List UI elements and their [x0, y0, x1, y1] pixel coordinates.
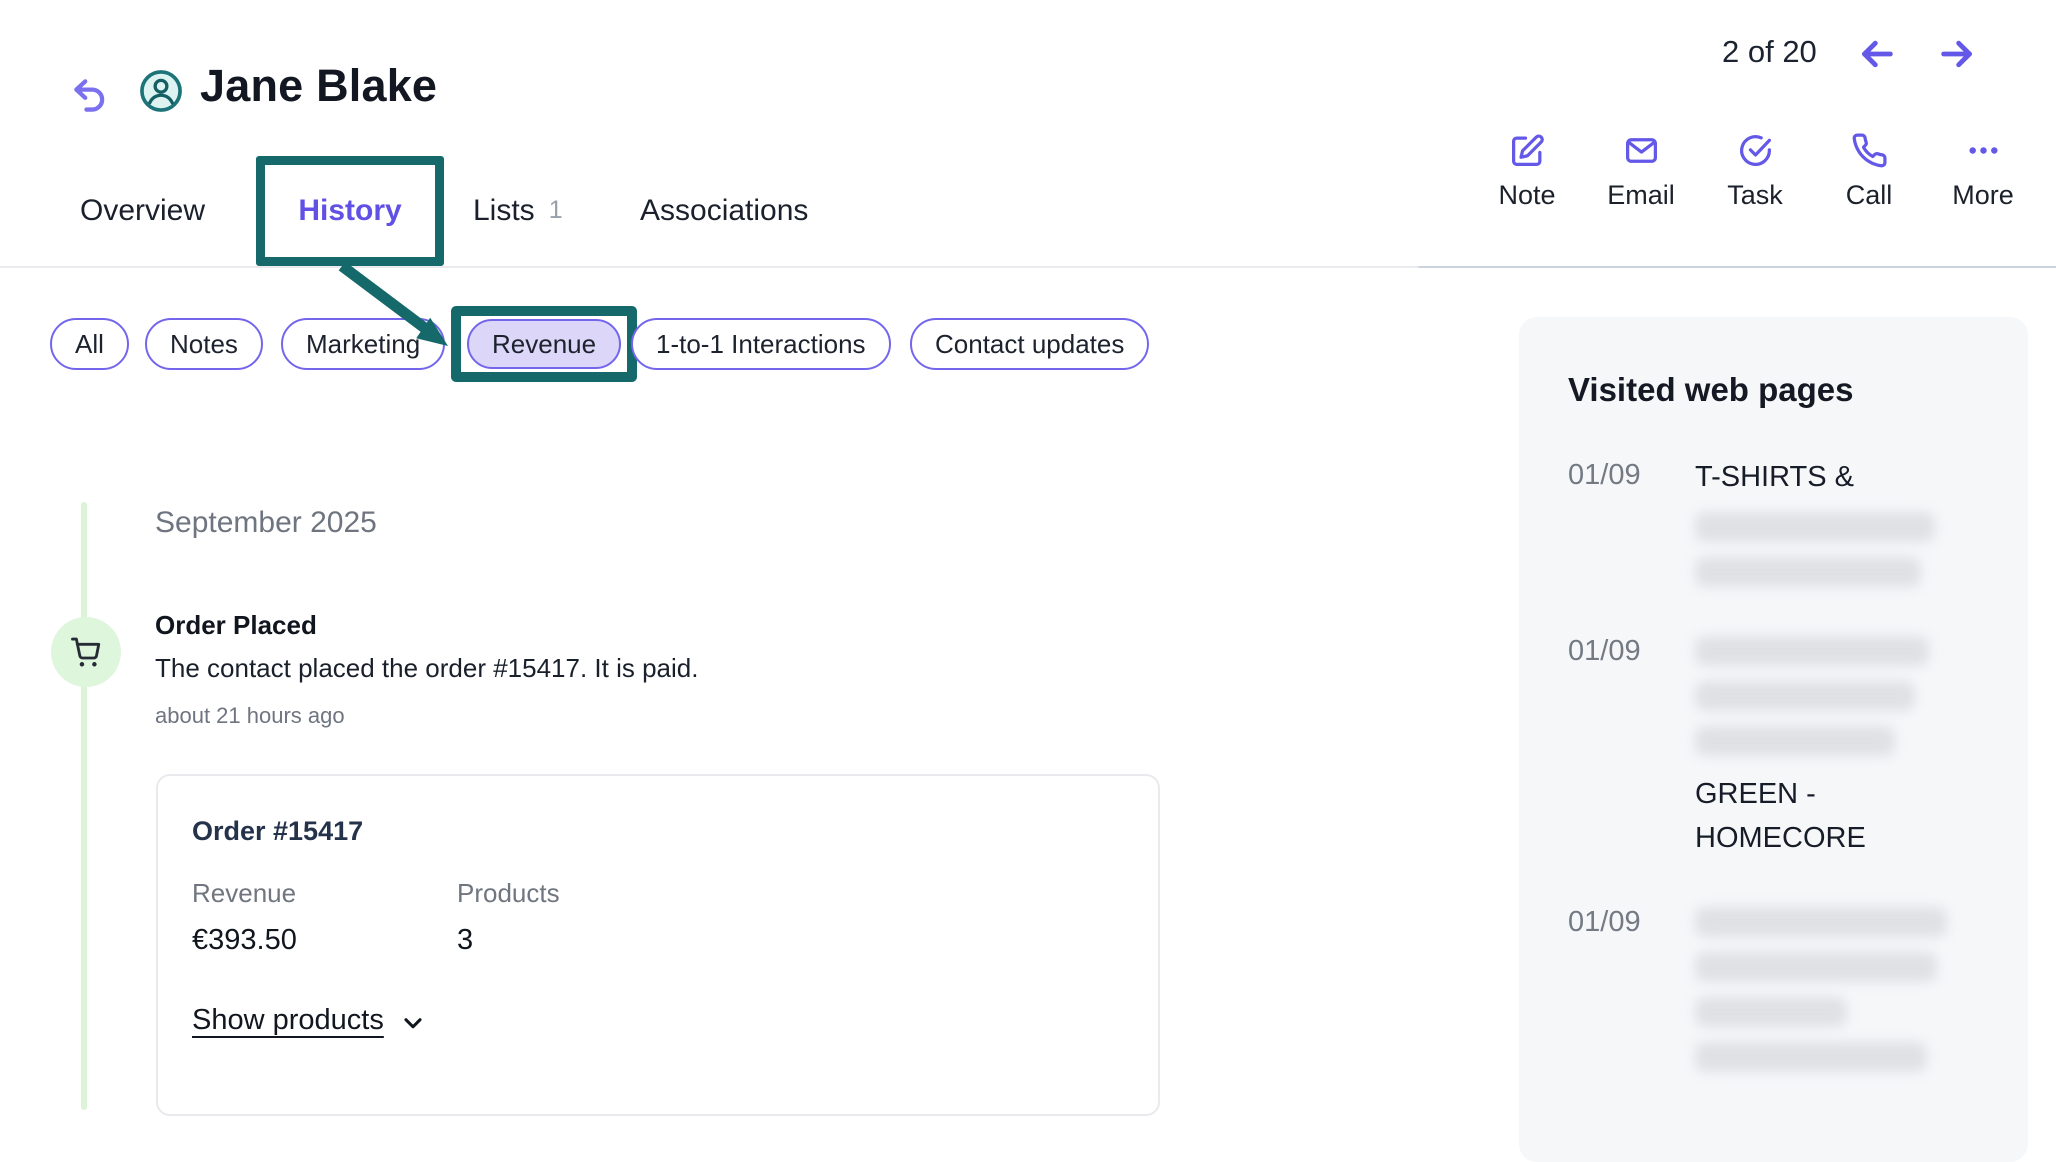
order-revenue-label: Revenue [192, 878, 296, 909]
lists-count-badge: 1 [549, 196, 563, 225]
redacted-line [1695, 726, 1895, 756]
more-button[interactable]: More [1926, 132, 2040, 211]
task-button-label: Task [1727, 180, 1783, 211]
undo-arrow-icon [70, 76, 108, 114]
show-products-link[interactable]: Show products [192, 1004, 426, 1037]
redacted-text-block [1695, 636, 1947, 756]
arrow-left-icon [1857, 34, 1897, 74]
visited-page-entry[interactable]: 01/09 T-SHIRTS & [1568, 455, 1988, 587]
tab-lists-label: Lists [473, 194, 535, 228]
redacted-line [1695, 907, 1947, 937]
note-button-label: Note [1498, 180, 1555, 211]
visit-date: 01/09 [1568, 455, 1695, 495]
visited-page-text: GREEN - HOMECORE [1695, 772, 1930, 860]
event-title: Order Placed [155, 610, 317, 641]
pager-count: 2 of 20 [1722, 34, 1817, 70]
filter-pill-1to1-interactions[interactable]: 1-to-1 Interactions [631, 318, 891, 370]
previous-contact-button[interactable] [1857, 34, 1897, 70]
call-button[interactable]: Call [1812, 132, 1926, 211]
event-timestamp: about 21 hours ago [155, 703, 345, 729]
redacted-text-block [1695, 907, 1947, 1072]
visited-web-pages-title: Visited web pages [1568, 371, 1854, 409]
order-products-label: Products [457, 878, 560, 909]
revenue-annotation-box: Revenue [451, 306, 637, 382]
order-event-marker [51, 617, 121, 687]
contact-actions-toolbar: Note Email Task Call [1470, 132, 2040, 211]
visit-date: 01/09 [1568, 902, 1695, 942]
visited-page-content [1695, 902, 1947, 1088]
shopping-cart-icon [68, 634, 104, 670]
call-icon [1851, 132, 1888, 169]
filter-pill-contact-updates[interactable]: Contact updates [910, 318, 1149, 370]
tab-associations[interactable]: Associations [640, 194, 808, 228]
redacted-line [1695, 557, 1921, 587]
more-button-label: More [1952, 180, 2014, 211]
arrow-right-icon [1937, 34, 1977, 74]
redacted-line [1695, 997, 1847, 1027]
page-title: Jane Blake [200, 60, 437, 112]
visited-page-content: GREEN - HOMECORE [1695, 631, 1947, 860]
visited-web-pages-panel: Visited web pages 01/09 T-SHIRTS & 01/09 [1519, 317, 2028, 1162]
call-button-label: Call [1846, 180, 1893, 211]
more-icon [1965, 132, 2002, 169]
email-icon [1623, 132, 1660, 169]
filter-pill-revenue[interactable]: Revenue [467, 319, 621, 369]
filter-pill-notes[interactable]: Notes [145, 318, 263, 370]
visited-page-text: T-SHIRTS & [1695, 455, 1947, 499]
visit-date: 01/09 [1568, 631, 1695, 671]
contact-history-page: { "header": { "title": "Jane Blake" }, "… [0, 0, 2056, 1120]
order-revenue-value: €393.50 [192, 924, 297, 957]
timeline-month-label: September 2025 [155, 506, 377, 540]
note-icon [1509, 132, 1546, 169]
tab-overview[interactable]: Overview [80, 194, 205, 228]
visited-page-content: T-SHIRTS & [1695, 455, 1947, 587]
show-products-label: Show products [192, 1004, 384, 1037]
tab-lists[interactable]: Lists 1 [473, 194, 563, 228]
email-button[interactable]: Email [1584, 132, 1698, 211]
redacted-line [1695, 636, 1929, 666]
visited-page-entry[interactable]: 01/09 [1568, 902, 1988, 1088]
tab-history[interactable]: History [298, 194, 401, 228]
timeline-line [81, 502, 87, 1110]
back-button[interactable] [70, 76, 108, 114]
task-button[interactable]: Task [1698, 132, 1812, 211]
redacted-line [1695, 1042, 1927, 1072]
order-card-title: Order #15417 [192, 816, 363, 847]
event-description: The contact placed the order #15417. It … [155, 653, 698, 684]
chevron-down-icon [400, 1010, 426, 1036]
redacted-line [1695, 512, 1935, 542]
task-icon [1737, 132, 1774, 169]
tabs-divider [0, 266, 2056, 268]
redacted-text-block [1695, 512, 1947, 587]
email-button-label: Email [1607, 180, 1675, 211]
history-annotation-box: History [256, 156, 444, 266]
visited-pages-list: 01/09 T-SHIRTS & 01/09 GREEN - HOMECORE [1568, 455, 1988, 1088]
filter-pill-all[interactable]: All [50, 318, 129, 370]
redacted-line [1695, 952, 1937, 982]
contact-avatar-icon [139, 69, 183, 113]
order-card: Order #15417 Revenue Products €393.50 3 … [156, 774, 1160, 1116]
contact-pager: 2 of 20 [1722, 34, 1977, 70]
visited-page-entry[interactable]: 01/09 GREEN - HOMECORE [1568, 631, 1988, 860]
next-contact-button[interactable] [1937, 34, 1977, 70]
redacted-line [1695, 681, 1915, 711]
order-products-value: 3 [457, 924, 473, 957]
filter-pill-marketing[interactable]: Marketing [281, 318, 445, 370]
note-button[interactable]: Note [1470, 132, 1584, 211]
